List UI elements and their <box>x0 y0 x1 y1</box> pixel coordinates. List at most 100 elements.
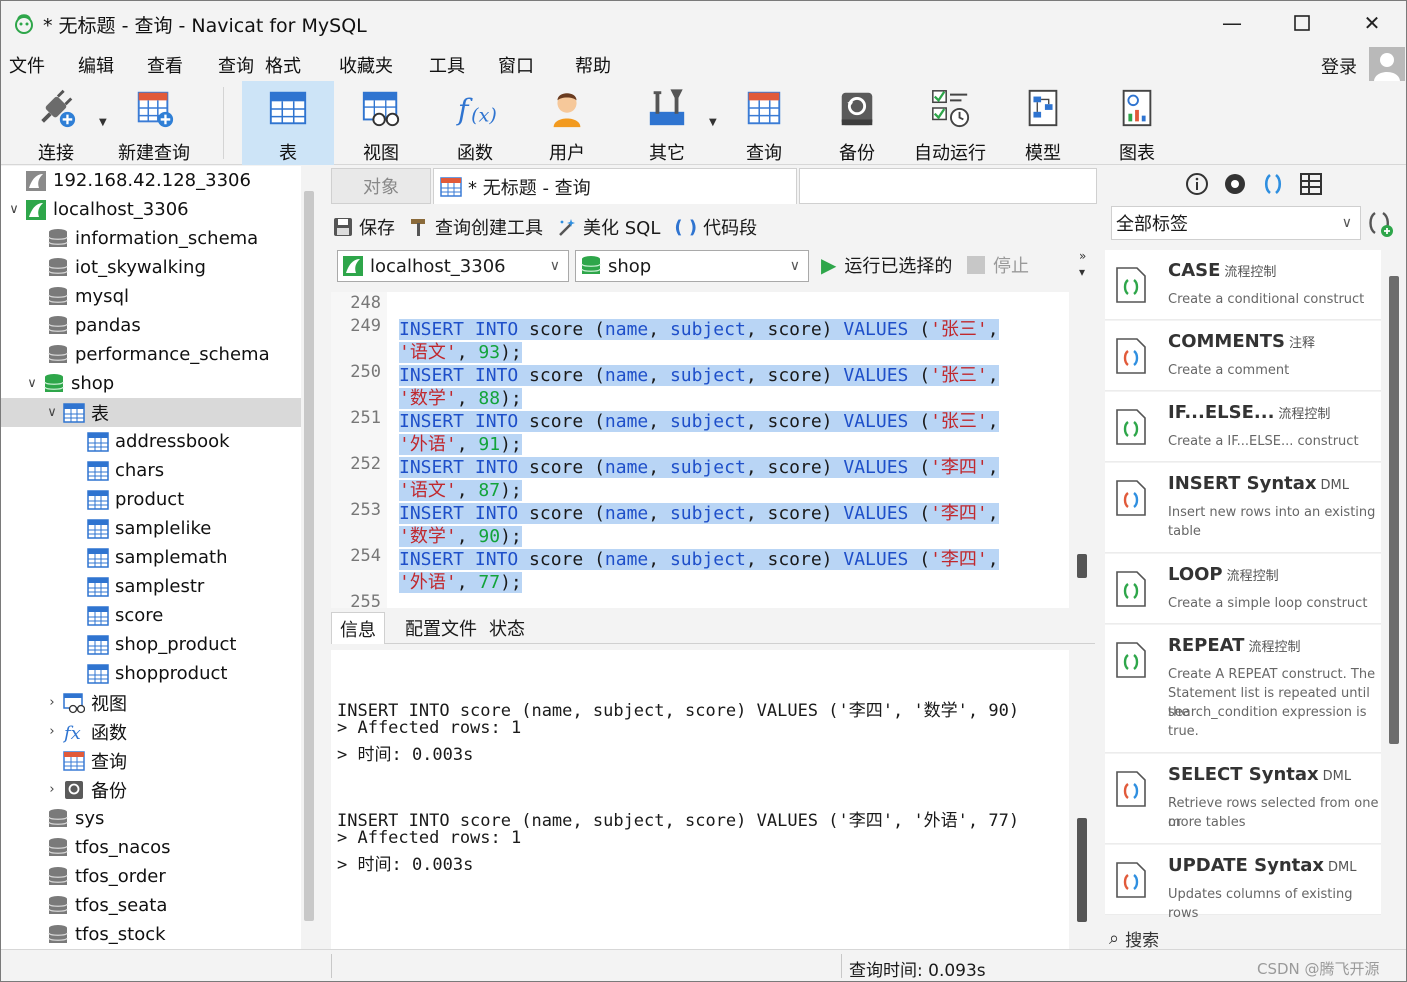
menu-file[interactable]: 文件 <box>9 52 45 78</box>
code-snippet-button[interactable]: ( ) 代码段 <box>674 214 757 240</box>
tree-node-table[interactable]: samplelike <box>87 514 211 543</box>
chevron-down-icon[interactable]: ∨ <box>45 405 59 420</box>
menu-format[interactable]: 格式 <box>265 52 301 78</box>
add-snippet-icon[interactable] <box>1365 208 1395 238</box>
tab-query[interactable]: * 无标题 - 查询 <box>433 168 797 204</box>
others-dropdown-icon[interactable]: ▼ <box>709 117 717 128</box>
snippet-item[interactable]: UPDATE Syntax DML Updates columns of exist… <box>1105 845 1381 920</box>
chevron-down-icon[interactable]: ∨ <box>25 376 39 391</box>
tree-node-database[interactable]: pandas <box>29 311 141 340</box>
tree-node-table[interactable]: addressbook <box>87 427 230 456</box>
tree-node-table[interactable]: score <box>87 601 163 630</box>
tree-node-database[interactable]: information_schema <box>29 224 258 253</box>
backup-button[interactable]: 备份 <box>819 81 895 165</box>
tree-node-table[interactable]: shop_product <box>87 630 236 659</box>
tree-node-database-shop[interactable]: ∨ shop <box>25 369 114 398</box>
menu-edit[interactable]: 编辑 <box>78 52 114 78</box>
tree-node-connection[interactable]: ∨ localhost_3306 <box>7 195 188 224</box>
snippet-tag: DML <box>1320 478 1349 493</box>
tree-node-database[interactable]: sys <box>29 804 104 833</box>
menu-view[interactable]: 查看 <box>147 52 183 78</box>
menu-window[interactable]: 窗口 <box>498 52 534 78</box>
tree-node-database[interactable]: tfos_seata <box>29 891 167 920</box>
beautify-sql-button[interactable]: 美化 SQL <box>557 214 660 240</box>
tree-scrollbar[interactable] <box>304 191 314 921</box>
menu-help[interactable]: 帮助 <box>575 52 611 78</box>
function-button[interactable]: f (x) 函数 <box>435 81 515 165</box>
menu-query[interactable]: 查询 <box>218 52 254 78</box>
tree-node-views-folder[interactable]: › 视图 <box>45 688 127 717</box>
tree-node-table[interactable]: shopproduct <box>87 659 227 688</box>
menu-favorites[interactable]: 收藏夹 <box>339 52 393 78</box>
tree-node-backups-folder[interactable]: › 备份 <box>45 775 127 804</box>
hammer-icon <box>411 219 425 236</box>
avatar[interactable] <box>1369 47 1405 83</box>
tree-node-connection[interactable]: 192.168.42.128_3306 <box>7 166 251 195</box>
snippet-item[interactable]: IF...ELSE... 流程控制 Create a IF...ELSE... co… <box>1105 392 1381 462</box>
snippet-item[interactable]: SELECT Syntax DML Retrieve rows selected f… <box>1105 754 1381 844</box>
tree-node-database[interactable]: iot_skywalking <box>29 253 206 282</box>
tab-profile[interactable]: 配置文件 <box>397 612 485 644</box>
tree-node-tables-folder[interactable]: ∨ 表 <box>1 398 301 427</box>
tree-node-database[interactable]: performance_schema <box>29 340 270 369</box>
connection-select[interactable]: localhost_3306 ∨ <box>337 250 569 282</box>
snippet-item[interactable]: COMMENTS 注释 Create a comment <box>1105 321 1381 391</box>
tree-node-table[interactable]: samplestr <box>87 572 204 601</box>
view-button[interactable]: 视图 <box>341 81 421 165</box>
eye-icon[interactable] <box>1223 172 1247 196</box>
login-link[interactable]: 登录 <box>1321 53 1357 79</box>
snippet-title-text: SELECT Syntax <box>1168 764 1319 785</box>
snippet-search[interactable]: ⌕ 搜索 <box>1109 926 1159 951</box>
snippet-icon[interactable] <box>1261 172 1285 196</box>
tree-node-functions-folder[interactable]: › fx 函数 <box>45 717 127 746</box>
tab-status[interactable]: 状态 <box>481 612 533 644</box>
query-builder-button[interactable]: 查询创建工具 <box>409 214 543 240</box>
tree-node-queries-folder[interactable]: 查询 <box>45 746 127 775</box>
stop-button[interactable]: 停止 <box>967 252 1029 278</box>
tree-node-table[interactable]: product <box>87 485 184 514</box>
grid-layout-icon[interactable] <box>1299 172 1323 196</box>
new-query-button[interactable]: 新建查询 <box>111 81 197 165</box>
snippet-item[interactable]: INSERT Syntax DML Insert new rows into an … <box>1105 463 1381 553</box>
maximize-button[interactable] <box>1267 1 1337 45</box>
snippet-item[interactable]: CASE 流程控制 Create a conditional construct <box>1105 250 1381 320</box>
tree-node-table[interactable]: chars <box>87 456 164 485</box>
snippet-item[interactable]: LOOP 流程控制 Create a simple loop construct <box>1105 554 1381 624</box>
backup-icon <box>65 780 83 799</box>
snippet-item[interactable]: REPEAT 流程控制 Create A REPEAT construct. The… <box>1105 625 1381 753</box>
chevron-right-icon[interactable]: › <box>45 695 59 710</box>
tab-objects[interactable]: 对象 <box>331 168 431 204</box>
tree-node-table[interactable]: samplemath <box>87 543 227 572</box>
menu-tools[interactable]: 工具 <box>429 52 465 78</box>
sql-editor[interactable]: 248 249 INSERT INTO score (name, subject, … <box>331 292 1069 608</box>
chart-button[interactable]: 图表 <box>1099 81 1175 165</box>
tag-filter-select[interactable]: 全部标签 ∨ <box>1111 206 1361 240</box>
connect-dropdown-icon[interactable]: ▼ <box>99 117 107 128</box>
toolbar-overflow-icon[interactable]: » ▾ <box>1079 248 1086 280</box>
chevron-down-icon[interactable]: ∨ <box>7 202 21 217</box>
connect-button[interactable]: 连接 <box>19 81 93 165</box>
view-label: 视图 <box>363 143 399 164</box>
snippet-scrollbar[interactable] <box>1389 276 1399 744</box>
tree-node-database[interactable]: tfos_order <box>29 862 166 891</box>
minimize-button[interactable]: — <box>1197 1 1267 45</box>
database-select[interactable]: shop ∨ <box>575 250 809 282</box>
others-button[interactable]: 其它 <box>627 81 707 165</box>
model-button[interactable]: 模型 <box>1005 81 1081 165</box>
close-button[interactable]: ✕ <box>1337 1 1406 45</box>
chevron-right-icon[interactable]: › <box>45 782 59 797</box>
tab-message[interactable]: 信息 <box>331 612 385 644</box>
query-button[interactable]: 查询 <box>727 81 801 165</box>
tree-node-database[interactable]: tfos_nacos <box>29 833 171 862</box>
user-button[interactable]: 用户 <box>527 81 607 165</box>
run-selected-button[interactable]: ▶ 运行已选择的 <box>821 252 952 278</box>
save-button[interactable]: 保存 <box>333 214 395 240</box>
tree-node-database[interactable]: tfos_stock <box>29 920 166 949</box>
editor-scrollbar[interactable] <box>1077 554 1087 578</box>
tree-node-database[interactable]: mysql <box>29 282 129 311</box>
info-icon[interactable] <box>1185 172 1209 196</box>
chevron-right-icon[interactable]: › <box>45 724 59 739</box>
auto-run-button[interactable]: 自动运行 <box>907 81 993 165</box>
message-scrollbar[interactable] <box>1077 818 1087 922</box>
table-button[interactable]: 表 <box>242 81 334 165</box>
